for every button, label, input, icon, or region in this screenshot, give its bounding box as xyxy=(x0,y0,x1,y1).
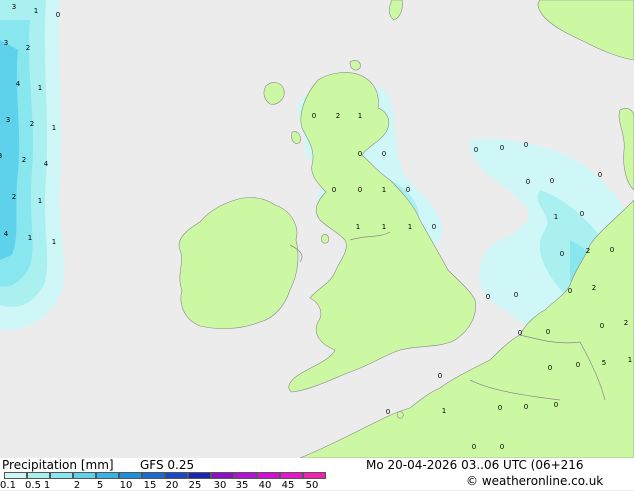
precip-value-label: 0 xyxy=(382,150,386,158)
precip-value-label: 0 xyxy=(514,291,518,299)
legend-tick-label: 0.5 xyxy=(25,480,41,491)
precip-value-label: 0 xyxy=(560,250,564,258)
colour-legend xyxy=(4,472,326,479)
valid-datetime: Mo 20-04-2026 03..06 UTC (06+216 xyxy=(366,458,584,472)
precip-value-label: 4 xyxy=(44,160,49,168)
legend-swatch xyxy=(257,472,280,479)
precip-value-label: 0 xyxy=(554,401,558,409)
precip-value-label: 3 xyxy=(0,152,2,160)
precip-value-label: 1 xyxy=(382,186,386,194)
precip-value-label: 1 xyxy=(442,407,446,415)
precip-value-label: 1 xyxy=(628,356,632,364)
model-name: GFS 0.25 xyxy=(140,458,195,472)
precip-value-label: 0 xyxy=(406,186,410,194)
legend-tick-label: 10 xyxy=(119,480,133,491)
precip-value-label: 0 xyxy=(524,403,528,411)
precip-value-label: 1 xyxy=(554,213,558,221)
legend-tick-label: 15 xyxy=(143,480,157,491)
isle-of-man xyxy=(321,234,329,244)
precip-value-label: 4 xyxy=(16,80,21,88)
legend-tick-label: 50 xyxy=(305,480,319,491)
precip-value-label: 0 xyxy=(474,146,478,154)
precip-value-label: 1 xyxy=(52,124,56,132)
precipitation-map: 3 1 0 3 2 4 1 3 2 1 3 2 4 2 1 4 1 1 0 2 1 0 0 0 0 1 0 1 1 1 0 0 0 0 0 0 0 1 0 0… xyxy=(0,0,634,458)
legend-tick-label: 2 xyxy=(73,480,81,491)
precip-value-label: 2 xyxy=(336,112,340,120)
precip-value-label: 5 xyxy=(602,359,606,367)
precip-value-label: 0 xyxy=(472,443,476,451)
precip-value-label: 0 xyxy=(386,408,390,416)
precip-value-label: 0 xyxy=(548,364,552,372)
precip-value-label: 0 xyxy=(500,144,504,152)
legend-tick-label: 35 xyxy=(235,480,249,491)
precip-value-label: 2 xyxy=(26,44,30,52)
precip-value-label: 1 xyxy=(38,84,42,92)
footer: Precipitation [mm] GFS 0.25 Mo 20-04-202… xyxy=(0,458,634,491)
legend-swatch xyxy=(73,472,96,479)
legend-tick-label: 40 xyxy=(258,480,272,491)
precip-value-label: 0 xyxy=(312,112,316,120)
precip-value-label: 3 xyxy=(6,116,10,124)
precip-value-label: 0 xyxy=(56,11,60,19)
precip-value-label: 0 xyxy=(598,171,602,179)
legend-tick-label: 5 xyxy=(96,480,104,491)
site-credit[interactable]: © weatheronline.co.uk xyxy=(466,474,603,488)
precip-value-label: 0 xyxy=(600,322,604,330)
precip-value-label: 0 xyxy=(358,186,362,194)
precip-value-label: 0 xyxy=(550,177,554,185)
precip-value-label: 1 xyxy=(52,238,56,246)
legend-swatch xyxy=(142,472,165,479)
precip-value-label: 0 xyxy=(580,210,584,218)
precip-value-label: 0 xyxy=(438,372,442,380)
legend-swatch xyxy=(27,472,50,479)
precip-value-label: 1 xyxy=(38,197,42,205)
legend-swatch xyxy=(280,472,303,479)
precip-value-label: 0 xyxy=(518,329,522,337)
precip-value-label: 0 xyxy=(524,141,528,149)
precip-value-label: 2 xyxy=(586,247,590,255)
precip-value-label: 2 xyxy=(30,120,34,128)
precip-value-label: 3 xyxy=(12,3,16,11)
precip-value-label: 0 xyxy=(526,178,530,186)
precip-value-label: 0 xyxy=(500,443,504,451)
precip-value-label: 0 xyxy=(432,223,436,231)
precip-value-label: 0 xyxy=(332,186,336,194)
precip-value-label: 0 xyxy=(498,404,502,412)
precip-value-label: 0 xyxy=(486,293,490,301)
legend-swatch xyxy=(211,472,234,479)
legend-tick-label: 0.1 xyxy=(0,480,16,491)
legend-tick-label: 45 xyxy=(281,480,295,491)
precip-value-label: 0 xyxy=(610,246,614,254)
precip-value-label: 3 xyxy=(4,39,8,47)
precip-value-label: 4 xyxy=(4,230,9,238)
legend-swatch xyxy=(303,472,326,479)
precip-value-label: 1 xyxy=(358,112,362,120)
precip-value-label: 0 xyxy=(576,361,580,369)
legend-tick-label: 1 xyxy=(43,480,51,491)
legend-swatch xyxy=(188,472,211,479)
product-title: Precipitation [mm] xyxy=(2,458,114,472)
precip-value-label: 2 xyxy=(624,319,628,327)
precip-value-label: 0 xyxy=(568,287,572,295)
legend-swatch xyxy=(119,472,142,479)
legend-tick-label: 20 xyxy=(165,480,179,491)
precip-value-label: 0 xyxy=(546,328,550,336)
precip-value-label: 2 xyxy=(12,193,16,201)
precip-value-label: 1 xyxy=(382,223,386,231)
precip-value-label: 1 xyxy=(34,7,38,15)
precip-value-label: 0 xyxy=(358,150,362,158)
precip-value-label: 1 xyxy=(356,223,360,231)
legend-swatch xyxy=(96,472,119,479)
legend-swatch xyxy=(234,472,257,479)
precip-value-label: 1 xyxy=(28,234,32,242)
legend-swatch xyxy=(165,472,188,479)
legend-swatch xyxy=(50,472,73,479)
legend-swatch xyxy=(4,472,27,479)
legend-tick-label: 25 xyxy=(188,480,202,491)
atlantic-rain-band xyxy=(0,0,65,330)
precip-value-label: 2 xyxy=(22,156,26,164)
legend-tick-label: 30 xyxy=(213,480,227,491)
precip-value-label: 1 xyxy=(408,223,412,231)
precip-value-label: 2 xyxy=(592,284,596,292)
